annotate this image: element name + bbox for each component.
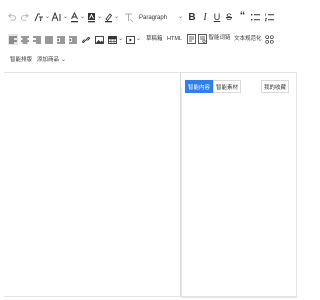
bold-icon[interactable]: B [188,12,196,23]
smart-layout-button[interactable]: 智能排版 [10,57,32,64]
table-icon[interactable] [107,34,117,45]
underline-icon[interactable]: U [213,12,221,23]
text-normalize-button[interactable]: 文本规范化 [234,36,262,43]
my-favorites-button[interactable]: 我的收藏 [261,80,289,93]
media-icon[interactable] [125,34,135,45]
background-color-icon[interactable] [87,12,96,23]
font-color-icon[interactable] [70,12,79,23]
unordered-list-icon[interactable] [251,13,260,22]
quote-icon[interactable]: “ [238,11,247,22]
chevron-down-icon[interactable]: ⌄ [63,14,68,20]
undo-icon[interactable] [7,13,16,22]
strikethrough-icon[interactable]: S [225,12,233,23]
html-button[interactable]: HTML [167,36,182,43]
smart-words-label: 智能词链 [208,34,231,41]
image-icon[interactable] [94,34,104,45]
indent-decrease-icon[interactable] [56,34,66,45]
indent-increase-icon[interactable] [68,34,78,45]
smart-words-button[interactable]: 智能词链 [198,33,231,44]
align-left-icon[interactable] [8,34,18,45]
editor-content-area[interactable] [4,72,181,297]
editor-bottom-border [4,296,296,297]
align-right-icon[interactable] [32,34,42,45]
chevron-down-icon[interactable]: ⌄ [178,14,183,20]
draft-box-button[interactable]: 草稿箱 [146,36,163,43]
tab-smart-content[interactable]: 智能内容 [185,80,213,93]
add-product-button[interactable]: 添加商品 [37,57,59,64]
link-icon[interactable] [81,34,91,45]
editor-toolbar: ⌄ ⌄ ⌄ ⌄ ⌄ Paragraph ⌄ B I U S “ ⌄ ⌄ 草稿箱 … [0,0,300,72]
tab-smart-material[interactable]: 智能素材 [213,80,241,93]
paragraph-select[interactable]: Paragraph [139,14,167,21]
font-size-icon[interactable] [51,12,63,23]
side-panel: 智能内容 智能素材 我的收藏 [181,72,297,298]
chevron-down-icon[interactable]: ⌄ [80,14,85,20]
clear-format-icon[interactable] [124,12,134,23]
panel-divider [181,87,182,297]
ordered-list-icon[interactable] [265,13,274,22]
chevron-down-icon[interactable]: ⌄ [114,14,119,20]
align-center-icon[interactable] [20,34,30,45]
highlight-pen-icon[interactable] [104,12,113,23]
chevron-down-icon[interactable]: ⌄ [97,14,102,20]
chevron-down-icon[interactable]: ⌄ [61,57,66,63]
chevron-down-icon[interactable]: ⌄ [118,36,123,42]
redo-icon[interactable] [21,13,30,22]
align-justify-icon[interactable] [44,34,54,45]
chevron-down-icon[interactable]: ⌄ [45,14,50,20]
format-painter-icon[interactable] [34,12,44,23]
chevron-down-icon[interactable]: ⌄ [136,36,141,42]
italic-icon[interactable]: I [201,12,209,23]
grid-apps-icon[interactable] [264,34,274,44]
smart-words-icon[interactable] [186,33,196,44]
